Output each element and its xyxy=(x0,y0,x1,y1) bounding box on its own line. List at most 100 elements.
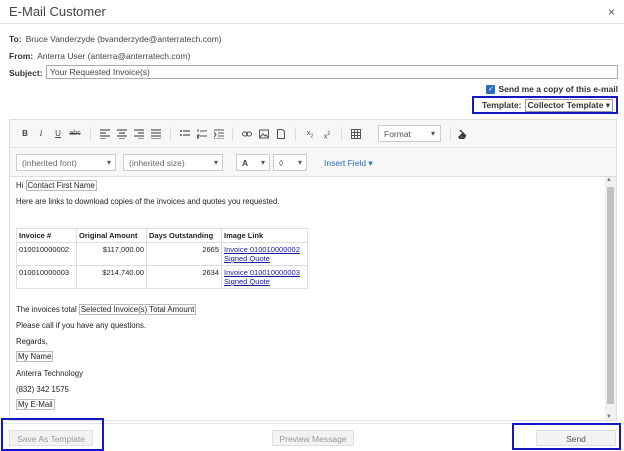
formatting-toolbar: B I U abc x2 x2 Format xyxy=(10,120,616,148)
preview-message-button[interactable]: Preview Message xyxy=(272,430,354,446)
greeting-line: Hi Contact First Name xyxy=(16,180,97,191)
font-color-icon[interactable]: A ▾ xyxy=(236,154,270,171)
document-icon[interactable] xyxy=(274,127,288,141)
original-amount: $214,740.00 xyxy=(76,265,147,289)
invoice-link[interactable]: Invoice 010010000002 xyxy=(224,245,300,254)
days-outstanding: 2634 xyxy=(146,265,222,289)
days-outstanding: 2665 xyxy=(146,242,222,266)
image-icon[interactable] xyxy=(257,127,271,141)
clear-format-icon[interactable] xyxy=(456,127,470,141)
scroll-up-icon[interactable]: ▲ xyxy=(606,177,612,183)
font-size-dropdown[interactable]: (inherited size) ▾ xyxy=(123,154,223,171)
subject-label-row: Subject: xyxy=(9,68,47,78)
template-label: Template: xyxy=(482,100,522,110)
subject-input[interactable] xyxy=(46,65,618,79)
scroll-thumb[interactable] xyxy=(607,187,614,404)
underline-icon[interactable]: U xyxy=(51,127,65,141)
template-selected-value: Collector Template xyxy=(527,99,604,110)
scroll-down-icon[interactable]: ▼ xyxy=(606,414,612,420)
email-body[interactable]: Hi Contact First Name Here are links to … xyxy=(10,177,604,420)
toolbar-divider xyxy=(90,127,91,141)
total-text: The invoices total xyxy=(16,305,77,314)
title-bar: E-Mail Customer × xyxy=(0,0,624,24)
vertical-scrollbar[interactable]: ▲ ▼ xyxy=(605,177,616,420)
from-label: From: xyxy=(9,51,34,61)
highlight-icon[interactable]: ◊ ▾ xyxy=(273,154,307,171)
align-left-icon[interactable] xyxy=(98,127,112,141)
format-dropdown[interactable]: Format xyxy=(378,125,441,142)
copy-option[interactable]: ✓ Send me a copy of this e-mail xyxy=(486,84,618,94)
send-button[interactable]: Send xyxy=(536,430,616,446)
template-selector: Template: Collector Template ▾ xyxy=(472,96,618,114)
font-size-value: (inherited size) xyxy=(129,158,185,168)
align-center-icon[interactable] xyxy=(115,127,129,141)
regards-text: Regards, xyxy=(16,337,48,346)
column-header: Image Link xyxy=(221,228,308,243)
invoice-number: 010010000003 xyxy=(16,265,77,289)
font-family-value: (inherited font) xyxy=(22,158,77,168)
chevron-down-icon: ▾ xyxy=(368,158,373,168)
chevron-down-icon: ▾ xyxy=(297,158,302,167)
signed-quote-link[interactable]: Signed Quote xyxy=(224,277,270,286)
insert-field-dropdown[interactable]: Insert Field ▾ xyxy=(324,158,373,169)
signed-quote-link[interactable]: Signed Quote xyxy=(224,254,270,263)
format-label: Format xyxy=(384,129,411,139)
my-name-field[interactable]: My Name xyxy=(16,351,54,362)
close-icon[interactable]: × xyxy=(608,5,615,19)
to-value: Bruce Vanderzyde (bvanderzyde@anterratec… xyxy=(25,34,222,44)
image-link-cell: Invoice 010010000002 Signed Quote xyxy=(221,242,308,266)
column-header: Days Outstanding xyxy=(146,228,222,243)
font-family-dropdown[interactable]: (inherited font) ▾ xyxy=(16,154,116,171)
toolbar-divider xyxy=(450,127,451,141)
contact-first-name-field[interactable]: Contact First Name xyxy=(25,180,97,191)
column-header: Invoice # xyxy=(16,228,77,243)
strikethrough-icon[interactable]: abc xyxy=(68,127,82,141)
indent-icon[interactable] xyxy=(212,127,226,141)
save-as-template-button[interactable]: Save As Template xyxy=(9,430,93,446)
numbered-list-icon[interactable] xyxy=(195,127,209,141)
table-icon[interactable] xyxy=(349,127,363,141)
my-email-field[interactable]: My E-Mail xyxy=(16,399,55,410)
greeting-text: Hi xyxy=(16,181,24,190)
my-email-line: My E-Mail xyxy=(16,399,55,410)
insert-field-label: Insert Field xyxy=(324,158,367,168)
align-right-icon[interactable] xyxy=(132,127,146,141)
subscript-icon[interactable]: x2 xyxy=(303,127,317,141)
call-text: Please call if you have any questions. xyxy=(16,321,147,330)
table-row: 010010000002 $117,000.00 2665 Invoice 01… xyxy=(16,242,308,266)
font-toolbar: (inherited font) ▾ (inherited size) ▾ A ▾ ◊… xyxy=(10,148,616,177)
invoice-table: Invoice # Original Amount Days Outstandi… xyxy=(16,228,308,289)
phone-text: (832) 342 1575 xyxy=(16,385,69,394)
checkbox-checked-icon[interactable]: ✓ xyxy=(486,84,496,94)
bold-icon[interactable]: B xyxy=(18,127,32,141)
chevron-down-icon: ▾ xyxy=(106,158,111,167)
bullet-list-icon[interactable] xyxy=(178,127,192,141)
justify-icon[interactable] xyxy=(149,127,163,141)
from-row: From: Anterra User (anterra@anterratech.c… xyxy=(9,51,190,61)
company-text: Anterra Technology xyxy=(16,369,84,378)
to-row: To: Bruce Vanderzyde (bvanderzyde@anterra… xyxy=(9,34,222,44)
superscript-icon[interactable]: x2 xyxy=(320,127,334,141)
toolbar-divider xyxy=(341,127,342,141)
template-dropdown[interactable]: Collector Template ▾ xyxy=(524,98,614,112)
dialog-footer: Save As Template Preview Message Send xyxy=(0,423,624,451)
italic-icon[interactable]: I xyxy=(34,127,48,141)
link-icon[interactable] xyxy=(240,127,254,141)
invoice-number: 010010000002 xyxy=(16,242,77,266)
chevron-down-icon: ▾ xyxy=(213,158,218,167)
total-amount-field[interactable]: Selected Invoice(s) Total Amount xyxy=(78,304,197,315)
table-header-row: Invoice # Original Amount Days Outstandi… xyxy=(16,228,308,243)
toolbar-divider xyxy=(295,127,296,141)
toolbar-divider xyxy=(232,127,233,141)
image-link-cell: Invoice 010010000003 Signed Quote xyxy=(221,265,308,289)
toolbar-divider xyxy=(170,127,171,141)
column-header: Original Amount xyxy=(76,228,147,243)
chevron-down-icon: ▾ xyxy=(260,158,265,167)
copy-option-label: Send me a copy of this e-mail xyxy=(498,84,618,94)
subject-label: Subject: xyxy=(9,68,43,78)
table-row: 010010000003 $214,740.00 2634 Invoice 01… xyxy=(16,265,308,289)
invoice-link[interactable]: Invoice 010010000003 xyxy=(224,268,300,277)
chevron-down-icon: ▾ xyxy=(605,99,611,110)
to-label: To: xyxy=(9,34,22,44)
window-title: E-Mail Customer xyxy=(9,4,106,19)
